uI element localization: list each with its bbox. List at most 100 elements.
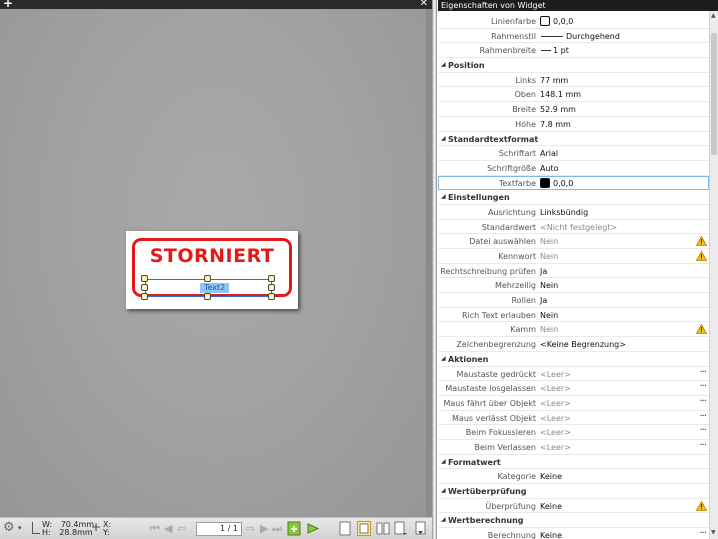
scroll-up-icon[interactable]: ▲ <box>711 12 716 19</box>
property-row[interactable]: Kennwort Nein <box>438 249 709 264</box>
properties-scrollbar[interactable]: ▲ ▼ <box>709 11 718 539</box>
section-header[interactable]: ◢ Position <box>438 58 709 73</box>
more-options-button[interactable]: ··· <box>699 396 706 407</box>
property-value[interactable]: 1 pt <box>553 46 569 55</box>
property-row[interactable]: Breite 52.9 mm <box>438 102 709 117</box>
resize-handle-bottom-right[interactable] <box>268 293 275 300</box>
document-page[interactable]: STORNIERT Text2 <box>126 231 298 309</box>
property-row[interactable]: Standardwert <Nicht festgelegt> <box>438 220 709 235</box>
property-value[interactable]: Keine <box>540 472 562 481</box>
scroll-thumb[interactable] <box>711 33 717 155</box>
property-value[interactable]: Linksbündig <box>540 208 588 217</box>
collapse-triangle-icon[interactable]: ◢ <box>441 487 446 494</box>
fit-page-icon[interactable] <box>287 521 301 536</box>
property-row[interactable]: Kamm Nein <box>438 322 709 338</box>
property-value[interactable]: 0,0,0 <box>553 17 573 26</box>
new-tab-icon[interactable]: + <box>3 0 13 9</box>
back-icon[interactable]: ⇦ <box>177 522 186 536</box>
property-value[interactable]: 148.1 mm <box>540 90 581 99</box>
resize-handle-top-left[interactable] <box>141 275 148 282</box>
close-icon[interactable]: ✕ <box>420 0 428 9</box>
gear-icon[interactable]: ⚙ <box>3 521 15 535</box>
scroll-mode-icon[interactable] <box>414 521 428 536</box>
play-icon[interactable] <box>306 521 320 536</box>
section-header[interactable]: ◢ Wertberechnung <box>438 513 709 529</box>
property-row[interactable]: Beim Verlassen <Leer> ··· <box>438 440 709 455</box>
property-row[interactable]: Maustaste gedrückt <Leer> ··· <box>438 367 709 382</box>
continuous-view-icon[interactable] <box>357 521 371 536</box>
property-row[interactable]: Maus fährt über Objekt <Leer> ··· <box>438 396 709 411</box>
property-row[interactable]: Überprüfung Keine <box>438 499 709 514</box>
property-value[interactable]: <Leer> <box>540 414 571 423</box>
single-page-view-icon[interactable] <box>338 521 352 536</box>
next-page-icon[interactable]: ▶ <box>260 522 268 536</box>
first-page-icon[interactable]: ⏮ <box>150 522 160 536</box>
property-value[interactable]: Durchgehend <box>566 32 620 41</box>
prev-page-icon[interactable]: ◀ <box>164 522 172 536</box>
pane-splitter[interactable] <box>432 0 437 539</box>
resize-handle-top-center[interactable] <box>204 275 211 282</box>
property-row[interactable]: Ausrichtung Linksbündig <box>438 205 709 220</box>
property-value[interactable]: Keine <box>540 531 562 539</box>
property-row[interactable]: Textfarbe 0,0,0 <box>438 175 709 191</box>
forward-icon[interactable]: ⇨ <box>246 522 255 536</box>
property-row[interactable]: Berechnung Keine ··· <box>438 528 709 539</box>
property-row[interactable]: Mehrzeilig Nein <box>438 278 709 294</box>
chevron-down-icon[interactable]: ▾ <box>18 524 22 532</box>
section-header[interactable]: ◢ Standardtextformat <box>438 132 709 147</box>
property-row[interactable]: Höhe 7.8 mm <box>438 117 709 132</box>
property-value[interactable]: 77 mm <box>540 76 568 85</box>
more-options-button[interactable]: ··· <box>699 411 706 422</box>
property-value[interactable]: Nein <box>540 325 558 334</box>
property-row[interactable]: Kategorie Keine <box>438 469 709 484</box>
resize-handle-top-right[interactable] <box>268 275 275 282</box>
more-options-button[interactable]: ··· <box>699 367 706 378</box>
scroll-down-icon[interactable]: ▼ <box>711 529 716 536</box>
color-swatch[interactable] <box>540 177 550 188</box>
more-options-button[interactable]: ··· <box>699 381 706 392</box>
collapse-triangle-icon[interactable]: ◢ <box>441 355 446 362</box>
property-value[interactable]: Nein <box>540 281 558 290</box>
collapse-triangle-icon[interactable]: ◢ <box>441 516 446 523</box>
property-row[interactable]: Datei auswählen Nein <box>438 234 709 249</box>
section-header[interactable]: ◢ Wertüberprüfung <box>438 484 709 499</box>
more-options-button[interactable]: ··· <box>699 440 706 451</box>
property-row[interactable]: Linienfarbe 0,0,0 <box>438 14 709 29</box>
property-value[interactable]: <Leer> <box>540 384 571 393</box>
property-value[interactable]: <Leer> <box>540 370 571 379</box>
property-value[interactable]: <Leer> <box>540 443 571 452</box>
collapse-triangle-icon[interactable]: ◢ <box>441 193 446 200</box>
property-row[interactable]: Rechtschreibung prüfen Ja <box>438 264 709 279</box>
last-page-icon[interactable]: ⏭ <box>272 522 282 536</box>
two-page-view-icon[interactable] <box>376 521 390 536</box>
property-row[interactable]: Links 77 mm <box>438 73 709 88</box>
document-canvas[interactable]: STORNIERT Text2 <box>0 9 432 517</box>
resize-handle-mid-left[interactable] <box>141 284 148 291</box>
more-options-button[interactable]: ··· <box>699 425 706 436</box>
property-value[interactable]: <Leer> <box>540 428 571 437</box>
property-row[interactable]: Rollen Ja <box>438 293 709 308</box>
property-value[interactable]: <Leer> <box>540 399 571 408</box>
property-row[interactable]: Rahmenstil Durchgehend <box>438 29 709 44</box>
property-value[interactable]: Nein <box>540 311 558 320</box>
resize-handle-mid-right[interactable] <box>268 284 275 291</box>
collapse-triangle-icon[interactable]: ◢ <box>441 61 446 68</box>
resize-handle-bottom-left[interactable] <box>141 293 148 300</box>
view-dropdown-icon[interactable] <box>394 521 408 536</box>
property-value[interactable]: 0,0,0 <box>553 179 573 188</box>
property-row[interactable]: Zeichenbegrenzung <Keine Begrenzung> <box>438 337 709 352</box>
property-value[interactable]: <Nicht festgelegt> <box>540 223 617 232</box>
property-value[interactable]: Ja <box>540 267 547 276</box>
property-row[interactable]: Maus verlässt Objekt <Leer> ··· <box>438 411 709 426</box>
property-row[interactable]: Oben 148.1 mm <box>438 87 709 103</box>
property-value[interactable]: Keine <box>540 502 562 511</box>
section-header[interactable]: ◢ Aktionen <box>438 352 709 367</box>
resize-handle-bottom-center[interactable] <box>204 293 211 300</box>
more-options-button[interactable]: ··· <box>699 528 706 539</box>
property-value[interactable]: Nein <box>540 252 558 261</box>
property-value[interactable]: Arial <box>540 149 558 158</box>
collapse-triangle-icon[interactable]: ◢ <box>441 458 446 465</box>
property-row[interactable]: Rich Text erlauben Nein <box>438 308 709 323</box>
property-value[interactable]: 52.9 mm <box>540 105 576 114</box>
property-row[interactable]: Schriftart Arial <box>438 146 709 161</box>
